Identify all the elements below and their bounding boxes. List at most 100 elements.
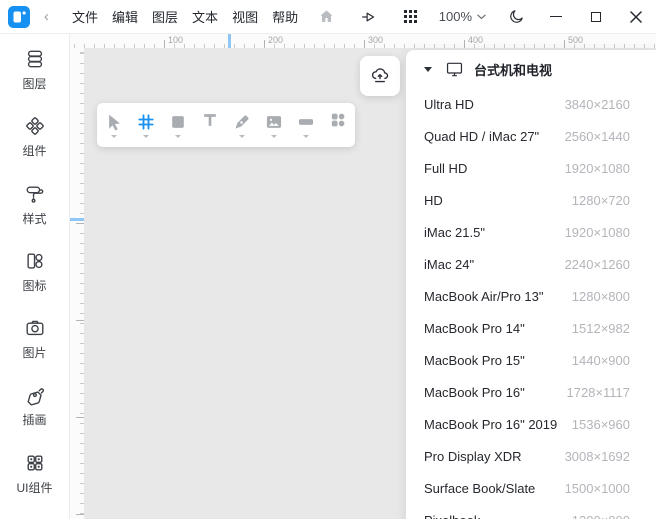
image-icon: [264, 112, 284, 132]
back-chevron-icon[interactable]: ‹: [40, 7, 53, 26]
button-pill-icon: [296, 112, 316, 132]
device-preset-row[interactable]: Quad HD / iMac 27" 2560×1440: [406, 120, 656, 152]
device-preset-row[interactable]: HD 1280×720: [406, 184, 656, 216]
pen-tool[interactable]: [226, 103, 258, 147]
device-group-title: 台式机和电视: [474, 60, 552, 79]
moon-icon: [508, 8, 525, 25]
sidebar-label: UI组件: [16, 479, 52, 496]
device-preset-row[interactable]: iMac 24" 2240×1260: [406, 248, 656, 280]
layers-icon: [24, 48, 46, 70]
tool-dropdown-caret[interactable]: [239, 135, 245, 138]
text-tool[interactable]: [194, 103, 226, 147]
ruler-label: 400: [468, 35, 483, 45]
sidebar-item-illustration[interactable]: 插画: [7, 384, 63, 437]
tool-dropdown-caret[interactable]: [143, 135, 149, 138]
device-name: Quad HD / iMac 27": [424, 129, 539, 144]
device-name: MacBook Pro 16" 2019: [424, 417, 557, 432]
close-button[interactable]: [616, 2, 656, 32]
menu-view[interactable]: 视图: [225, 2, 265, 31]
zoom-value: 100%: [439, 9, 472, 24]
device-preset-list: Ultra HD 3840×2160 Quad HD / iMac 27" 25…: [406, 88, 656, 519]
tool-dropdown-caret[interactable]: [175, 135, 181, 138]
home-button[interactable]: [313, 4, 341, 30]
maximize-button[interactable]: [576, 2, 616, 32]
shape-tool[interactable]: [162, 103, 194, 147]
theme-toggle-button[interactable]: [502, 4, 530, 30]
menu-help[interactable]: 帮助: [265, 2, 305, 31]
cloud-upload-button[interactable]: [360, 56, 400, 96]
minimize-icon: [550, 16, 562, 17]
device-size: 3840×2160: [565, 97, 630, 112]
menu-edit[interactable]: 编辑: [105, 2, 145, 31]
app-logo-icon[interactable]: [8, 6, 30, 28]
sidebar-label: 图标: [22, 277, 46, 294]
tool-dropdown-caret[interactable]: [271, 135, 277, 138]
device-size: 2560×1440: [565, 129, 630, 144]
device-preset-row[interactable]: Pro Display XDR 3008×1692: [406, 440, 656, 472]
present-button[interactable]: [355, 4, 383, 30]
menu-bar: 文件 编辑 图层 文本 视图 帮助: [65, 2, 305, 31]
device-name: MacBook Pro 16": [424, 385, 525, 400]
sidebar-item-icons[interactable]: 图标: [7, 250, 63, 303]
sidebar-item-images[interactable]: 图片: [7, 317, 63, 370]
button-tool[interactable]: [290, 103, 322, 147]
vertical-ruler: 100 200 300 400: [70, 48, 84, 519]
horizontal-ruler: 100 200 300 400 500: [70, 34, 656, 48]
menu-layer[interactable]: 图层: [145, 2, 185, 31]
device-preset-row[interactable]: iMac 21.5" 1920×1080: [406, 216, 656, 248]
device-preset-row[interactable]: MacBook Pro 16" 1728×1117: [406, 376, 656, 408]
menu-file[interactable]: 文件: [65, 2, 105, 31]
minimize-button[interactable]: [536, 2, 576, 32]
device-preset-row[interactable]: MacBook Air/Pro 13" 1280×800: [406, 280, 656, 312]
collapse-triangle-icon: [424, 67, 432, 72]
ruler-label: 200: [268, 35, 283, 45]
device-size: 1920×1080: [565, 225, 630, 240]
device-size: 3008×1692: [565, 449, 630, 464]
sidebar-item-styles[interactable]: 样式: [7, 183, 63, 236]
device-size: 1500×1000: [565, 481, 630, 496]
chevron-down-icon: [477, 14, 486, 20]
close-icon: [630, 11, 642, 23]
move-tool[interactable]: [98, 103, 130, 147]
sidebar-label: 样式: [22, 210, 46, 227]
ruler-label: 200: [70, 302, 72, 317]
device-size: 1280×720: [572, 193, 630, 208]
canvas-area[interactable]: 100 200 300 400 100 200 300 400 500: [70, 34, 656, 519]
sidebar-item-components[interactable]: 组件: [7, 115, 63, 168]
device-size: 1512×982: [572, 321, 630, 336]
ruler-label: 500: [568, 35, 583, 45]
component-tool[interactable]: [322, 103, 354, 147]
sidebar-item-ui-kit[interactable]: UI组件: [7, 452, 63, 505]
apps-button[interactable]: [397, 4, 425, 30]
device-name: HD: [424, 193, 443, 208]
titlebar: ‹ 文件 编辑 图层 文本 视图 帮助 100%: [0, 0, 656, 34]
icon-library-icon: [24, 250, 46, 272]
ui-kit-grid-icon: [24, 452, 46, 474]
left-sidebar: 图层 组件 样式 图标: [0, 34, 70, 519]
sidebar-item-layers[interactable]: 图层: [7, 48, 63, 101]
cursor-icon: [104, 112, 124, 132]
ruler-label: 400: [70, 496, 72, 511]
device-preset-row[interactable]: Full HD 1920×1080: [406, 152, 656, 184]
pen-nib-icon: [24, 384, 46, 406]
ruler-label: 100: [168, 35, 183, 45]
device-preset-row[interactable]: Ultra HD 3840×2160: [406, 88, 656, 120]
device-name: iMac 24": [424, 257, 474, 272]
tool-dropdown-caret[interactable]: [111, 135, 117, 138]
device-preset-row[interactable]: MacBook Pro 15" 1440×900: [406, 344, 656, 376]
device-group-header[interactable]: 台式机和电视: [406, 50, 656, 88]
device-preset-row[interactable]: MacBook Pro 16" 2019 1536×960: [406, 408, 656, 440]
device-name: Pro Display XDR: [424, 449, 522, 464]
canvas-toolbar: [97, 103, 355, 147]
home-icon: [318, 8, 335, 25]
tool-dropdown-caret[interactable]: [303, 135, 309, 138]
device-preset-row[interactable]: Surface Book/Slate 1500×1000: [406, 472, 656, 504]
device-name: Full HD: [424, 161, 467, 176]
image-tool[interactable]: [258, 103, 290, 147]
frame-tool[interactable]: [130, 103, 162, 147]
sidebar-label: 插画: [22, 411, 46, 428]
device-preset-row[interactable]: MacBook Pro 14" 1512×982: [406, 312, 656, 344]
device-preset-row[interactable]: Pixelbook 1200×800: [406, 504, 656, 519]
menu-text[interactable]: 文本: [185, 2, 225, 31]
zoom-dropdown[interactable]: 100%: [439, 9, 486, 24]
